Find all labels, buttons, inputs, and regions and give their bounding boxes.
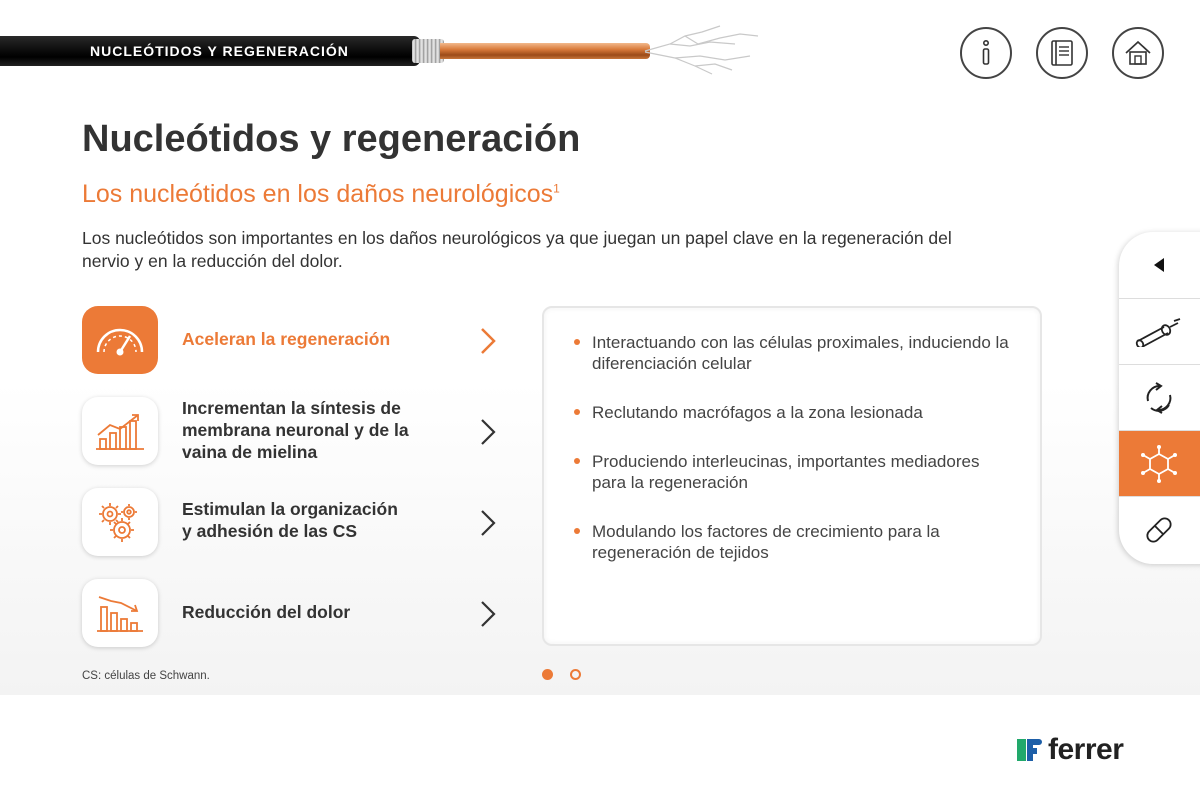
- feature-schwann-organization[interactable]: Estimulan la organización y adhesión de …: [82, 488, 512, 564]
- bullet-dot: [574, 339, 580, 345]
- back-arrow-icon: [1154, 258, 1164, 272]
- feature-label: Reducción del dolor: [182, 602, 351, 622]
- feature-icon-box: [82, 397, 158, 465]
- list-item-text: Produciendo interleucinas, importantes m…: [592, 452, 980, 492]
- list-item: Produciendo interleucinas, importantes m…: [574, 451, 1014, 493]
- cable-copper-wire: [440, 43, 650, 59]
- page-dot-1[interactable]: [542, 669, 553, 680]
- feature-accelerate-regeneration[interactable]: Aceleran la regeneración: [82, 306, 512, 382]
- growth-chart-icon: [96, 414, 144, 450]
- feature-label: Incrementan la síntesis de membrana neur…: [182, 398, 409, 462]
- intro-paragraph: Los nucleótidos son importantes en los d…: [82, 228, 952, 271]
- chevron-right-icon: [481, 510, 496, 536]
- decline-chart-icon: [97, 596, 143, 632]
- molecule-icon: [1141, 444, 1177, 483]
- bullet-dot: [574, 528, 580, 534]
- list-item-text: Interactuando con las células proximales…: [592, 333, 1009, 373]
- book-button[interactable]: [1036, 27, 1088, 79]
- list-item: Modulando los factores de crecimiento pa…: [574, 521, 1014, 563]
- home-icon: [1125, 40, 1151, 65]
- list-item-text: Reclutando macrófagos a la zona lesionad…: [592, 403, 923, 422]
- detail-panel: Interactuando con las células proximales…: [542, 306, 1042, 646]
- footnote: CS: células de Schwann.: [82, 670, 210, 682]
- bullet-dot: [574, 409, 580, 415]
- feature-label: Aceleran la regeneración: [182, 329, 391, 349]
- cycle-icon: [1146, 381, 1172, 414]
- feature-icon-box: [82, 306, 158, 374]
- reference-marker: 1: [553, 181, 560, 196]
- mechanism-list: Interactuando con las células proximales…: [574, 332, 1014, 591]
- feature-icon-box: [82, 488, 158, 556]
- side-navigation: [1119, 232, 1200, 564]
- feature-pain-reduction[interactable]: Reducción del dolor: [82, 579, 512, 655]
- book-icon: [1051, 40, 1073, 66]
- list-item: Interactuando con las células proximales…: [574, 332, 1014, 374]
- page-subtitle: Los nucleótidos en los daños neurológico…: [82, 180, 560, 209]
- feature-icon-box: [82, 579, 158, 647]
- brand-name: ferrer: [1048, 733, 1124, 766]
- home-button[interactable]: [1112, 27, 1164, 79]
- list-item: Reclutando macrófagos a la zona lesionad…: [574, 402, 1014, 423]
- sidenav-cable[interactable]: [1119, 298, 1200, 364]
- feature-label: Estimulan la organización y adhesión de …: [182, 499, 398, 541]
- capsule-icon: [1146, 516, 1172, 543]
- page-dot-2[interactable]: [570, 669, 581, 680]
- header-cable: NUCLEÓTIDOS Y REGENERACIÓN: [0, 25, 780, 75]
- subtitle-text: Los nucleótidos en los daños neurológico…: [82, 180, 554, 208]
- chevron-right-icon: [481, 601, 496, 627]
- sidenav-back[interactable]: [1119, 232, 1200, 298]
- info-icon: [982, 39, 990, 65]
- sidenav-molecule[interactable]: [1119, 430, 1200, 496]
- list-item-text: Modulando los factores de crecimiento pa…: [592, 522, 940, 562]
- sidenav-capsule[interactable]: [1119, 496, 1200, 562]
- speedometer-icon: [96, 328, 144, 356]
- ferrer-logo: ferrer: [1014, 733, 1124, 767]
- page-title: Nucleótidos y regeneración: [82, 118, 581, 160]
- sidenav-cycle[interactable]: [1119, 364, 1200, 430]
- feature-membrane-synthesis[interactable]: Incrementan la síntesis de membrana neur…: [82, 397, 512, 473]
- cable-icon: [1135, 317, 1181, 347]
- chevron-right-icon: [481, 328, 496, 354]
- gears-icon: [99, 503, 137, 542]
- spark-icon: [644, 25, 759, 75]
- ferrer-logo-mark: [1017, 739, 1042, 761]
- section-label: NUCLEÓTIDOS Y REGENERACIÓN: [90, 43, 349, 59]
- info-button[interactable]: [960, 27, 1012, 79]
- chevron-right-icon: [481, 419, 496, 445]
- bullet-dot: [574, 458, 580, 464]
